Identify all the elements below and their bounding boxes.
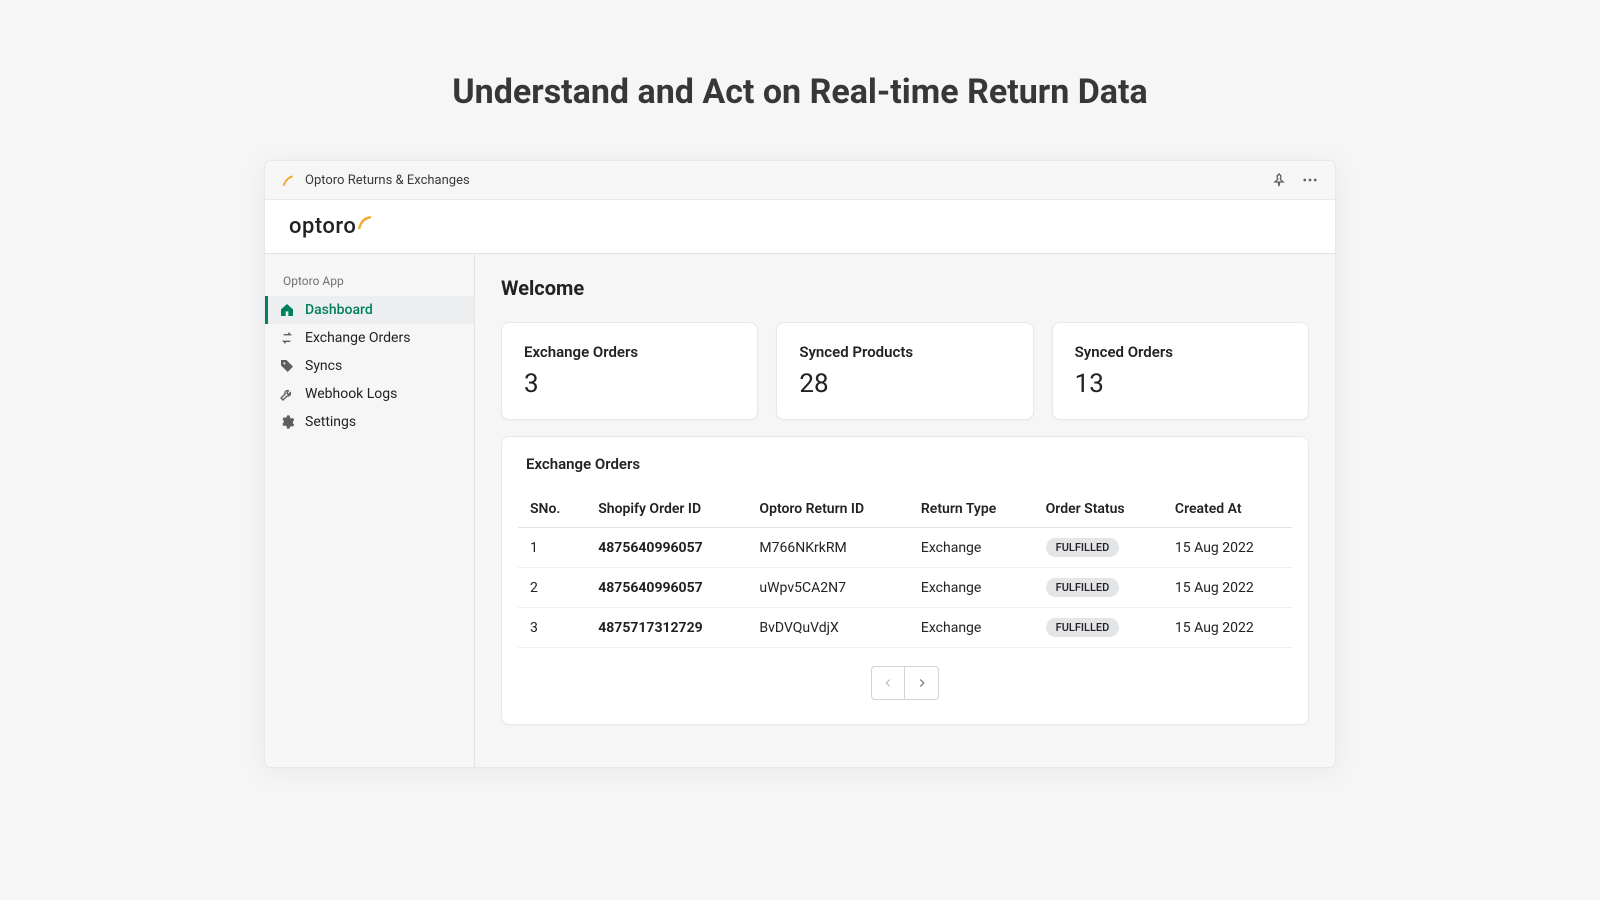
table-row[interactable]: 1 4875640996057 M766NKrkRM Exchange FULF… xyxy=(518,528,1292,568)
card-title: Synced Products xyxy=(799,343,1010,361)
exchange-orders-panel: Exchange Orders SNo. Shopify Order ID Op… xyxy=(501,436,1309,725)
cell-created: 15 Aug 2022 xyxy=(1163,528,1292,568)
orders-table: SNo. Shopify Order ID Optoro Return ID R… xyxy=(518,491,1292,648)
brand-accent-icon xyxy=(358,215,372,229)
cell-type: Exchange xyxy=(909,608,1034,648)
table-row[interactable]: 2 4875640996057 uWpv5CA2N7 Exchange FULF… xyxy=(518,568,1292,608)
cell-type: Exchange xyxy=(909,568,1034,608)
cell-shopify-id: 4875640996057 xyxy=(586,528,747,568)
sidebar-item-dashboard[interactable]: Dashboard xyxy=(265,296,474,324)
col-created: Created At xyxy=(1163,491,1292,528)
home-icon xyxy=(279,302,295,318)
card-value: 28 xyxy=(799,369,1010,399)
col-shopify-id: Shopify Order ID xyxy=(586,491,747,528)
cell-created: 15 Aug 2022 xyxy=(1163,568,1292,608)
cell-status: FULFILLED xyxy=(1034,608,1163,648)
summary-cards: Exchange Orders 3 Synced Products 28 Syn… xyxy=(501,322,1309,420)
sidebar-item-label: Webhook Logs xyxy=(305,386,397,402)
sidebar-item-webhook-logs[interactable]: Webhook Logs xyxy=(265,380,474,408)
sidebar-item-syncs[interactable]: Syncs xyxy=(265,352,474,380)
brand-logo: optoro xyxy=(289,214,1311,239)
col-sno: SNo. xyxy=(518,491,586,528)
sidebar-item-label: Exchange Orders xyxy=(305,330,410,346)
status-badge: FULFILLED xyxy=(1046,618,1120,637)
cell-status: FULFILLED xyxy=(1034,528,1163,568)
wrench-icon xyxy=(279,386,295,402)
cell-sno: 1 xyxy=(518,528,586,568)
card-synced-products: Synced Products 28 xyxy=(776,322,1033,420)
card-title: Synced Orders xyxy=(1075,343,1286,361)
more-icon[interactable] xyxy=(1301,171,1319,189)
prev-button[interactable] xyxy=(871,666,905,700)
cell-shopify-id: 4875640996057 xyxy=(586,568,747,608)
titlebar: Optoro Returns & Exchanges xyxy=(265,161,1335,200)
table-header-row: SNo. Shopify Order ID Optoro Return ID R… xyxy=(518,491,1292,528)
pin-icon[interactable] xyxy=(1271,172,1287,188)
app-title: Optoro Returns & Exchanges xyxy=(305,173,470,188)
cell-status: FULFILLED xyxy=(1034,568,1163,608)
cell-sno: 3 xyxy=(518,608,586,648)
main-content: Welcome Exchange Orders 3 Synced Product… xyxy=(475,254,1335,767)
card-value: 13 xyxy=(1075,369,1286,399)
cell-return-id: M766NKrkRM xyxy=(747,528,908,568)
sidebar-item-settings[interactable]: Settings xyxy=(265,408,474,436)
card-value: 3 xyxy=(524,369,735,399)
card-exchange-orders: Exchange Orders 3 xyxy=(501,322,758,420)
status-badge: FULFILLED xyxy=(1046,538,1120,557)
cell-created: 15 Aug 2022 xyxy=(1163,608,1292,648)
sidebar-item-label: Settings xyxy=(305,414,356,430)
card-title: Exchange Orders xyxy=(524,343,735,361)
sidebar-section-label: Optoro App xyxy=(265,268,474,296)
chevron-right-icon xyxy=(915,676,929,690)
tag-icon xyxy=(279,358,295,374)
sidebar-item-label: Syncs xyxy=(305,358,342,374)
gear-icon xyxy=(279,414,295,430)
sidebar: Optoro App Dashboard Exchange Orders Syn… xyxy=(265,254,475,767)
next-button[interactable] xyxy=(905,666,939,700)
app-mark-icon xyxy=(281,173,295,187)
col-return-id: Optoro Return ID xyxy=(747,491,908,528)
brand-name: optoro xyxy=(289,214,356,239)
pager xyxy=(518,666,1292,700)
app-window: Optoro Returns & Exchanges optoro xyxy=(264,160,1336,768)
cell-sno: 2 xyxy=(518,568,586,608)
exchange-icon xyxy=(279,330,295,346)
brand-bar: optoro xyxy=(265,200,1335,254)
chevron-left-icon xyxy=(881,676,895,690)
col-status: Order Status xyxy=(1034,491,1163,528)
panel-title: Exchange Orders xyxy=(518,455,1292,491)
sidebar-item-exchange-orders[interactable]: Exchange Orders xyxy=(265,324,474,352)
status-badge: FULFILLED xyxy=(1046,578,1120,597)
table-row[interactable]: 3 4875717312729 BvDVQuVdjX Exchange FULF… xyxy=(518,608,1292,648)
page-title: Welcome xyxy=(501,276,1309,300)
col-type: Return Type xyxy=(909,491,1034,528)
cell-return-id: BvDVQuVdjX xyxy=(747,608,908,648)
cell-shopify-id: 4875717312729 xyxy=(586,608,747,648)
sidebar-item-label: Dashboard xyxy=(305,302,373,318)
card-synced-orders: Synced Orders 13 xyxy=(1052,322,1309,420)
cell-return-id: uWpv5CA2N7 xyxy=(747,568,908,608)
page-headline: Understand and Act on Real-time Return D… xyxy=(0,0,1600,160)
cell-type: Exchange xyxy=(909,528,1034,568)
